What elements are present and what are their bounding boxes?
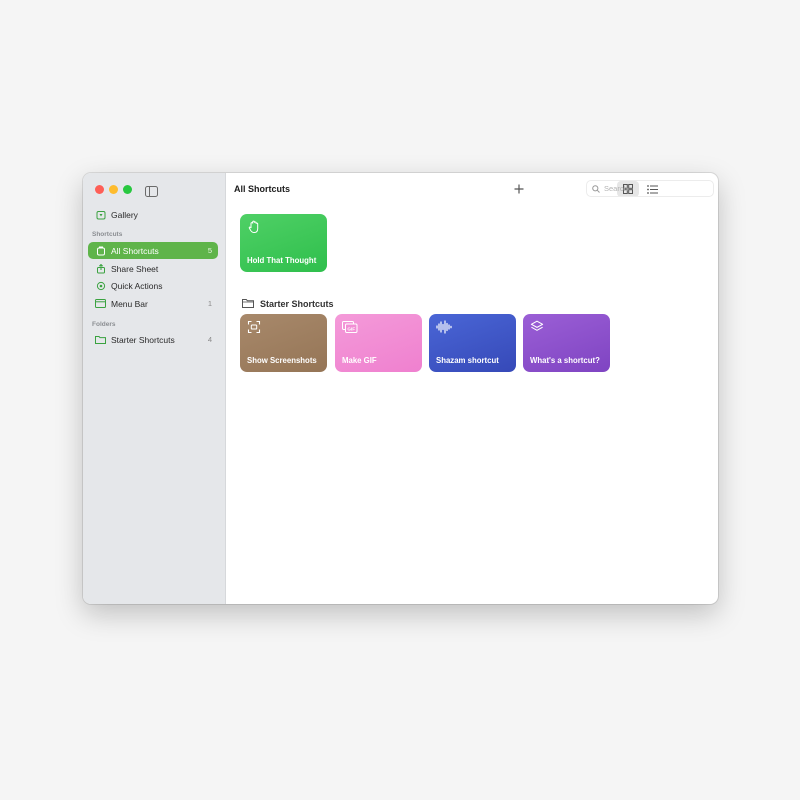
menu-bar-icon bbox=[95, 298, 106, 309]
screenshot-icon bbox=[247, 320, 261, 334]
page-title: All Shortcuts bbox=[234, 184, 291, 194]
sidebar-item-label: Gallery bbox=[111, 209, 138, 220]
sidebar-item-starter-shortcuts[interactable]: Starter Shortcuts 4 bbox=[88, 331, 218, 348]
share-icon bbox=[95, 263, 106, 274]
sidebar-section-shortcuts: Shortcuts bbox=[92, 231, 123, 238]
minimize-button[interactable] bbox=[109, 185, 118, 194]
sidebar-item-label: Quick Actions bbox=[111, 280, 163, 291]
all-shortcuts-icon bbox=[95, 245, 106, 256]
shortcut-card-whats-a-shortcut[interactable]: What's a shortcut? bbox=[523, 314, 610, 372]
sidebar-section-folders: Folders bbox=[92, 321, 116, 328]
waveform-icon bbox=[436, 320, 452, 334]
sidebar-item-share-sheet[interactable]: Share Sheet bbox=[88, 260, 218, 277]
search-field[interactable]: Search bbox=[586, 180, 714, 197]
layers-icon bbox=[530, 320, 544, 334]
shortcut-card-shazam[interactable]: Shazam shortcut bbox=[429, 314, 516, 372]
gallery-icon bbox=[95, 209, 106, 220]
hand-icon bbox=[247, 220, 261, 234]
sidebar-item-count: 1 bbox=[207, 299, 212, 308]
shortcut-card-hold-that-thought[interactable]: Hold That Thought bbox=[240, 214, 327, 272]
card-label: Show Screenshots bbox=[247, 356, 317, 365]
shortcuts-window: Gallery Shortcuts All Shortcuts 5 Share … bbox=[83, 173, 718, 604]
svg-text:GIF: GIF bbox=[347, 326, 355, 331]
shortcut-card-show-screenshots[interactable]: Show Screenshots bbox=[240, 314, 327, 372]
card-label: Make GIF bbox=[342, 356, 377, 365]
close-button[interactable] bbox=[95, 185, 104, 194]
gif-icon: GIF bbox=[342, 320, 358, 334]
card-label: Shazam shortcut bbox=[436, 356, 499, 365]
sidebar-item-menu-bar[interactable]: Menu Bar 1 bbox=[88, 295, 218, 312]
plus-icon bbox=[514, 184, 524, 194]
sidebar-item-all-shortcuts[interactable]: All Shortcuts 5 bbox=[88, 242, 218, 259]
sidebar-item-quick-actions[interactable]: Quick Actions bbox=[88, 277, 218, 294]
sidebar: Gallery Shortcuts All Shortcuts 5 Share … bbox=[83, 173, 226, 604]
sidebar-toggle-icon[interactable] bbox=[145, 184, 158, 202]
zoom-button[interactable] bbox=[123, 185, 132, 194]
gear-icon bbox=[95, 280, 106, 291]
window-controls bbox=[95, 185, 132, 194]
sidebar-item-label: All Shortcuts bbox=[111, 245, 159, 256]
sidebar-item-label: Starter Shortcuts bbox=[111, 334, 175, 345]
sidebar-item-count: 5 bbox=[207, 246, 212, 255]
shortcut-card-make-gif[interactable]: GIF Make GIF bbox=[335, 314, 422, 372]
sidebar-item-label: Share Sheet bbox=[111, 263, 159, 274]
folder-icon bbox=[95, 334, 106, 345]
search-placeholder: Search bbox=[604, 184, 628, 193]
folder-title: Starter Shortcuts bbox=[260, 299, 334, 309]
add-shortcut-button[interactable] bbox=[508, 181, 530, 197]
card-label: Hold That Thought bbox=[247, 256, 317, 265]
folder-icon bbox=[242, 295, 254, 313]
sidebar-item-label: Menu Bar bbox=[111, 298, 148, 309]
sidebar-item-count: 4 bbox=[207, 335, 212, 344]
search-icon bbox=[592, 184, 600, 193]
sidebar-item-gallery[interactable]: Gallery bbox=[88, 206, 218, 223]
card-label: What's a shortcut? bbox=[530, 356, 600, 365]
main-content: All Shortcuts Search Hold That Thought S… bbox=[226, 173, 718, 604]
folder-section-header: Starter Shortcuts bbox=[242, 295, 334, 313]
